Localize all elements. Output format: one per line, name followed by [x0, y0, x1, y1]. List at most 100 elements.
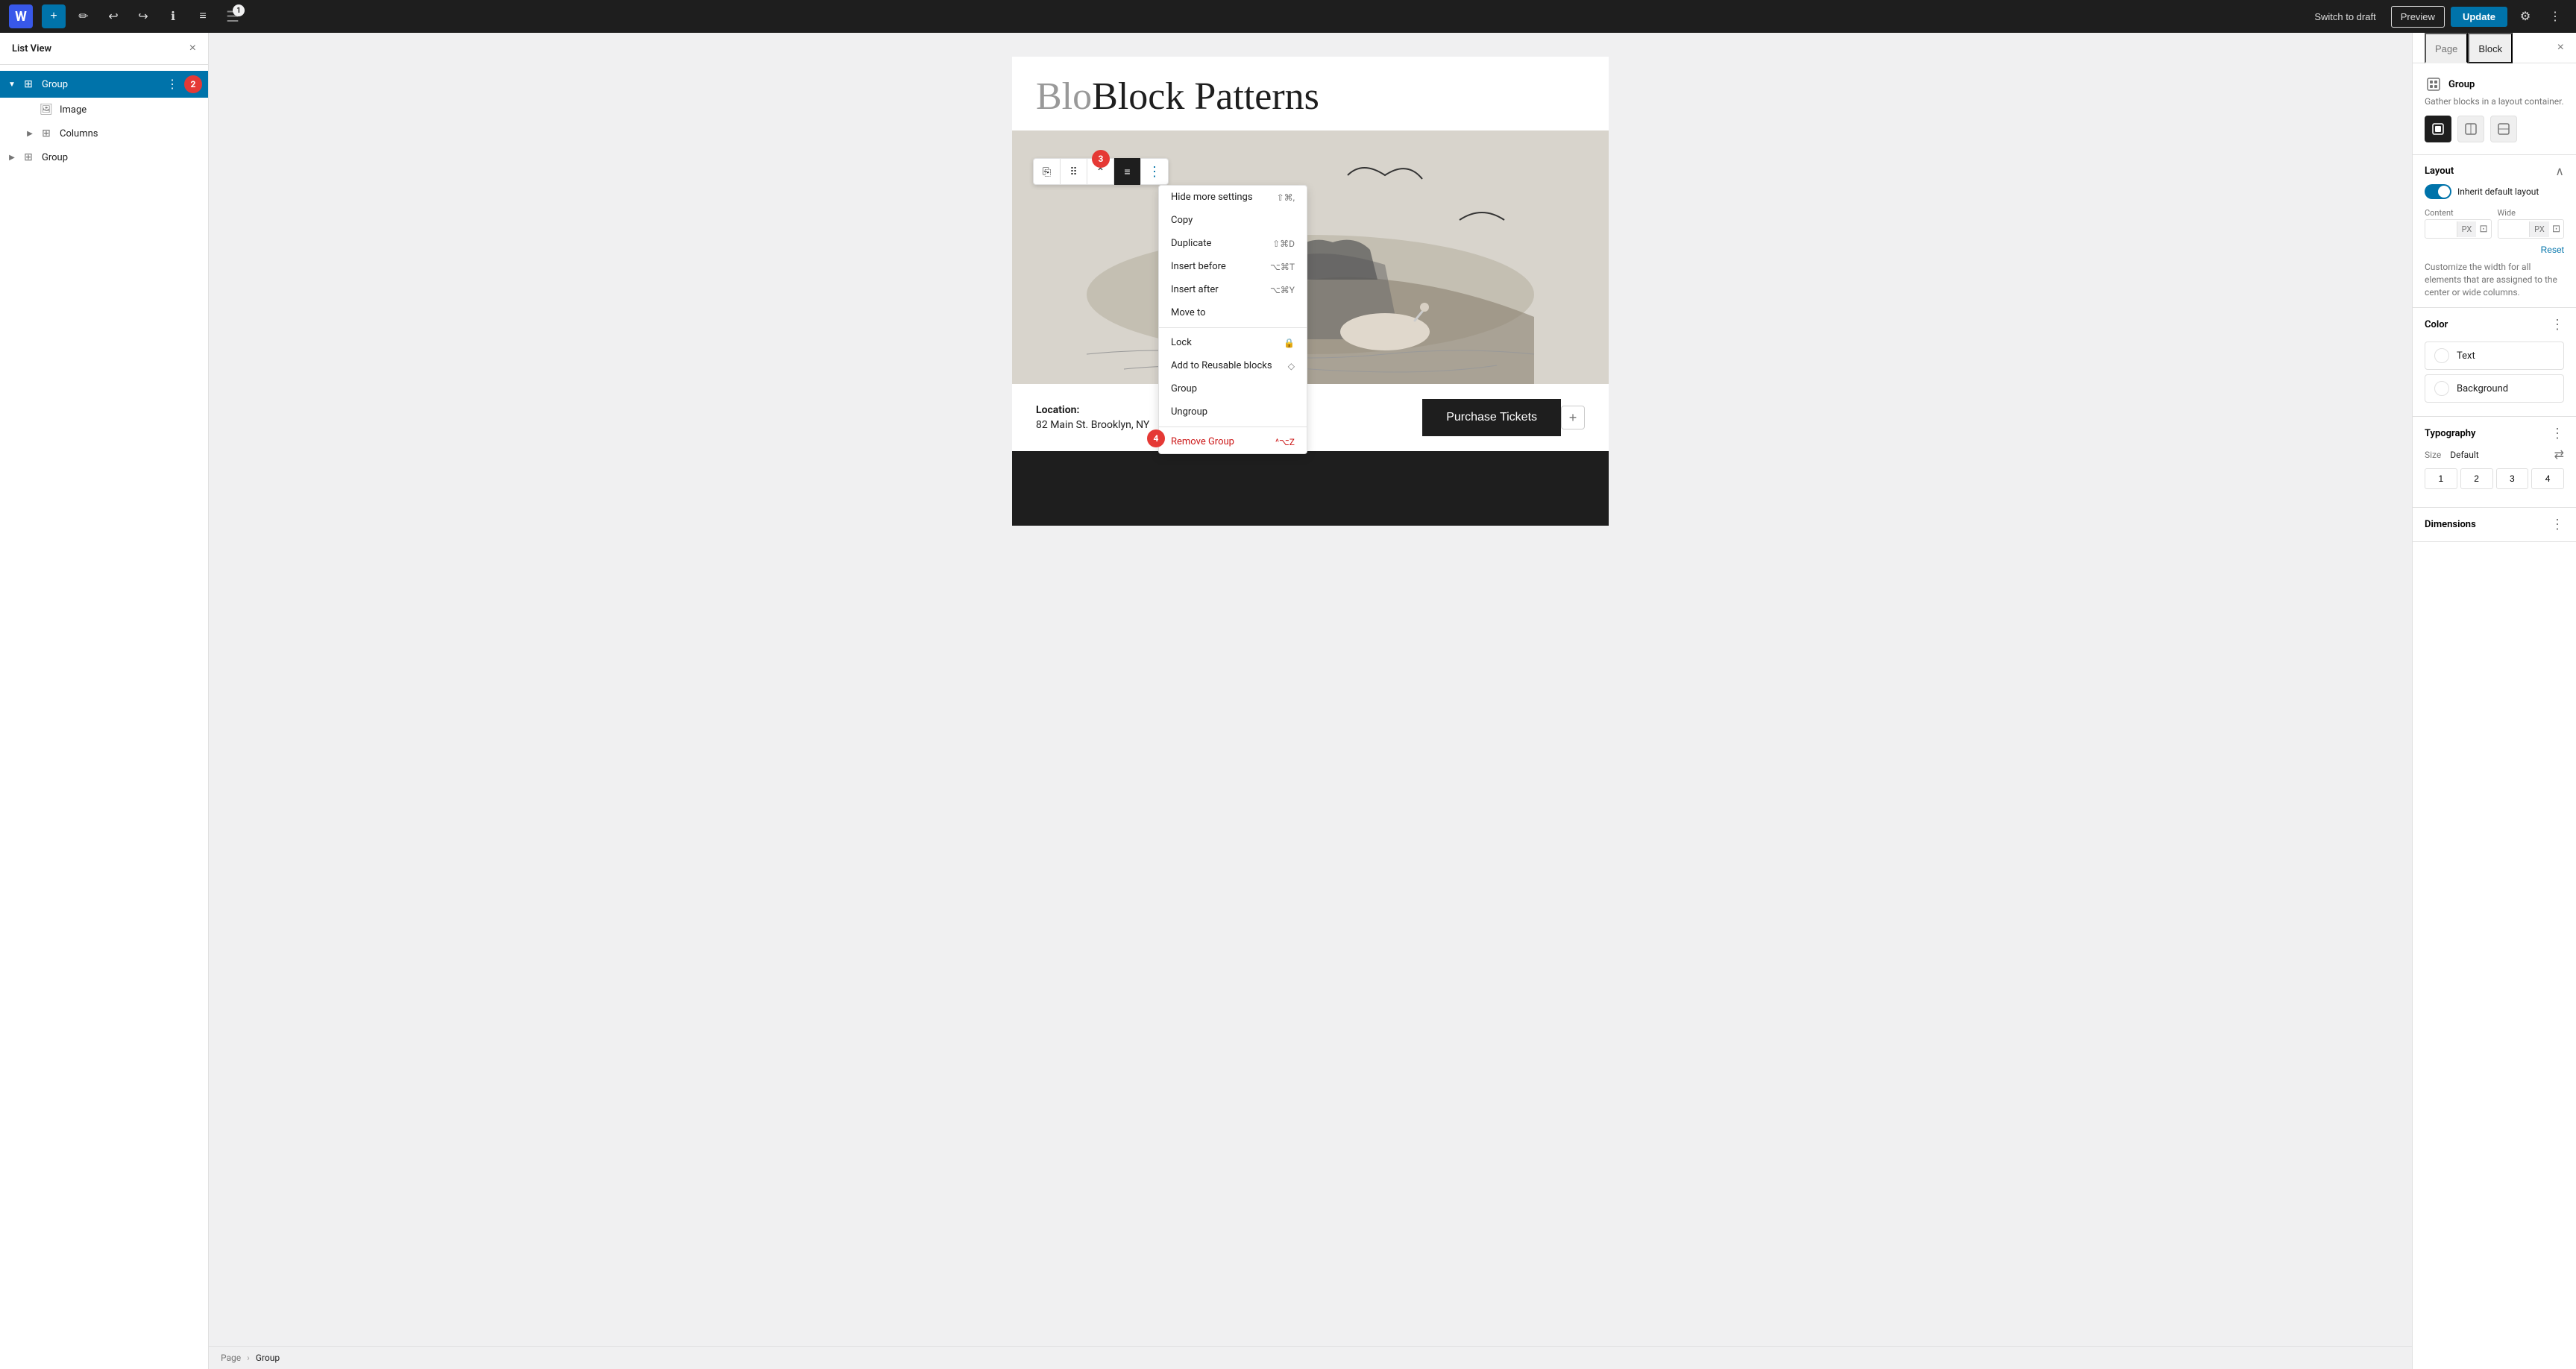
- align-block-btn[interactable]: ≡: [1114, 158, 1141, 185]
- menu-group-label: Group: [1171, 383, 1197, 394]
- menu-duplicate[interactable]: Duplicate ⇧⌘D: [1159, 232, 1307, 255]
- content-px-label: PX: [2457, 221, 2477, 237]
- copy-block-btn[interactable]: ⎘: [1034, 158, 1061, 185]
- size-default: Default: [2450, 450, 2478, 460]
- menu-remove-group[interactable]: Remove Group ^⌥Z: [1159, 430, 1307, 453]
- columns-icon: ⊞: [39, 126, 54, 141]
- layout-header[interactable]: Layout ∧: [2425, 164, 2564, 178]
- menu-move-to-label: Move to: [1171, 307, 1206, 318]
- right-panel: Page Block × Group Gather blocks in a l: [2412, 33, 2576, 1369]
- layout-collapse-btn[interactable]: ∧: [2555, 164, 2564, 178]
- color-more-btn[interactable]: ⋮: [2551, 317, 2564, 333]
- step-4-badge: 4: [1147, 429, 1165, 447]
- group-icon: ⊞: [21, 77, 36, 92]
- list-item-group2[interactable]: ▶ ⊞ Group: [0, 145, 208, 169]
- breadcrumb-group[interactable]: Group: [256, 1353, 280, 1363]
- redo-btn[interactable]: ↪: [131, 4, 155, 28]
- menu-insert-after[interactable]: Insert after ⌥⌘Y: [1159, 278, 1307, 301]
- layout-opt-0[interactable]: [2425, 116, 2451, 142]
- editor-canvas: 3 ⎘ ⠿ ⌃ ≡ ⋮ 4 Hide more settings ⇧⌘, Cop…: [1012, 57, 1609, 526]
- inherit-layout-toggle[interactable]: [2425, 184, 2451, 199]
- list-item-columns[interactable]: ▶ ⊞ Columns: [0, 122, 208, 145]
- content-title-text: Block Patterns: [1092, 75, 1319, 118]
- menu-duplicate-label: Duplicate: [1171, 238, 1211, 249]
- customize-text: Customize the width for all elements tha…: [2425, 261, 2564, 298]
- tab-block[interactable]: Block: [2468, 33, 2513, 63]
- list-item-image[interactable]: ▶ 🖼 Image: [0, 98, 208, 122]
- toggle-group2[interactable]: ▶: [6, 151, 18, 163]
- dimensions-header: Dimensions ⋮: [2425, 517, 2564, 532]
- size-reset-btn[interactable]: ⇄: [2554, 447, 2564, 462]
- menu-copy[interactable]: Copy: [1159, 209, 1307, 232]
- text-color-row[interactable]: Text: [2425, 342, 2564, 370]
- more-block-btn[interactable]: ⋮: [1141, 158, 1168, 185]
- menu-divider-1: [1159, 327, 1307, 328]
- edit-btn[interactable]: ✏: [72, 4, 95, 28]
- block-type-icon: [2425, 75, 2443, 93]
- dimensions-subsection: Dimensions ⋮: [2413, 508, 2576, 542]
- block-info-section: Group Gather blocks in a layout containe…: [2413, 63, 2576, 155]
- block-toolbar: 3 ⎘ ⠿ ⌃ ≡ ⋮: [1033, 158, 1169, 185]
- toggle-group[interactable]: ▼: [6, 78, 18, 90]
- layout-subsection: Layout ∧ Inherit default layout Content …: [2413, 155, 2576, 308]
- menu-add-reusable[interactable]: Add to Reusable blocks ◇: [1159, 354, 1307, 377]
- menu-lock-icon: 🔒: [1284, 338, 1295, 348]
- more-options-btn[interactable]: ⋮: [2543, 4, 2567, 28]
- update-btn[interactable]: Update: [2451, 7, 2507, 27]
- list-view-close-btn[interactable]: ×: [189, 42, 196, 55]
- list-view-panel: List View × ▼ ⊞ Group ⋮ 2 ▶ 🖼 Image ▶ ⊞: [0, 33, 209, 1369]
- layout-opt-2[interactable]: [2490, 116, 2517, 142]
- breadcrumb-page[interactable]: Page: [221, 1353, 241, 1363]
- content-px-icon-btn[interactable]: ⊡: [2476, 220, 2490, 238]
- typography-header: Typography ⋮: [2425, 426, 2564, 441]
- size-step-4[interactable]: 4: [2531, 468, 2564, 489]
- text-color-circle: [2434, 348, 2449, 363]
- tab-page[interactable]: Page: [2425, 33, 2468, 63]
- background-color-row[interactable]: Background: [2425, 374, 2564, 403]
- layout-opt-1[interactable]: [2457, 116, 2484, 142]
- switch-draft-btn[interactable]: Switch to draft: [2305, 7, 2384, 27]
- drag-block-btn[interactable]: ⠿: [1061, 158, 1087, 185]
- menu-remove-group-shortcut: ^⌥Z: [1275, 437, 1295, 447]
- add-block-toolbar-btn[interactable]: +: [42, 4, 66, 28]
- menu-group[interactable]: Group: [1159, 377, 1307, 400]
- wide-input[interactable]: [2498, 221, 2530, 237]
- size-step-1[interactable]: 1: [2425, 468, 2457, 489]
- purchase-tickets-btn[interactable]: Purchase Tickets: [1422, 399, 1561, 436]
- wide-px-icon-btn[interactable]: ⊡: [2549, 220, 2563, 238]
- list-view-items: ▼ ⊞ Group ⋮ 2 ▶ 🖼 Image ▶ ⊞ Columns ▶ ⊞: [0, 65, 208, 175]
- wide-input-group: Wide PX ⊡: [2498, 208, 2565, 239]
- right-panel-close-btn[interactable]: ×: [2557, 41, 2564, 54]
- menu-lock[interactable]: Lock 🔒: [1159, 331, 1307, 354]
- menu-hide-settings[interactable]: Hide more settings ⇧⌘,: [1159, 186, 1307, 209]
- reset-btn[interactable]: Reset: [2541, 245, 2564, 255]
- list-item-group[interactable]: ▼ ⊞ Group ⋮ 2: [0, 71, 208, 98]
- menu-ungroup[interactable]: Ungroup: [1159, 400, 1307, 424]
- menu-hide-label: Hide more settings: [1171, 192, 1253, 203]
- item-label-columns: Columns: [60, 128, 202, 139]
- list-view-btn[interactable]: ≡: [191, 4, 215, 28]
- preview-btn[interactable]: Preview: [2391, 6, 2445, 28]
- menu-add-reusable-label: Add to Reusable blocks: [1171, 360, 1272, 371]
- add-block-btn[interactable]: +: [1561, 406, 1585, 429]
- content-input[interactable]: [2425, 221, 2457, 237]
- step-3-badge: 3: [1092, 150, 1110, 168]
- size-step-3[interactable]: 3: [2496, 468, 2529, 489]
- info-btn[interactable]: ℹ: [161, 4, 185, 28]
- breadcrumb-sep: ›: [247, 1353, 250, 1363]
- dimensions-more-btn[interactable]: ⋮: [2551, 517, 2564, 532]
- menu-move-to[interactable]: Move to: [1159, 301, 1307, 324]
- menu-insert-after-label: Insert after: [1171, 284, 1219, 295]
- wide-label: Wide: [2498, 208, 2565, 218]
- badge-btn[interactable]: ☰ 1: [221, 4, 245, 28]
- content-label: Content: [2425, 208, 2492, 218]
- menu-insert-before[interactable]: Insert before ⌥⌘T: [1159, 255, 1307, 278]
- size-step-2[interactable]: 2: [2460, 468, 2493, 489]
- editor-area: 3 ⎘ ⠿ ⌃ ≡ ⋮ 4 Hide more settings ⇧⌘, Cop…: [209, 33, 2412, 1369]
- undo-btn[interactable]: ↩: [101, 4, 125, 28]
- group-more-btn[interactable]: ⋮: [163, 75, 181, 93]
- image-icon: 🖼: [39, 102, 54, 117]
- typography-more-btn[interactable]: ⋮: [2551, 426, 2564, 441]
- settings-btn[interactable]: ⚙: [2513, 4, 2537, 28]
- toggle-columns[interactable]: ▶: [24, 128, 36, 139]
